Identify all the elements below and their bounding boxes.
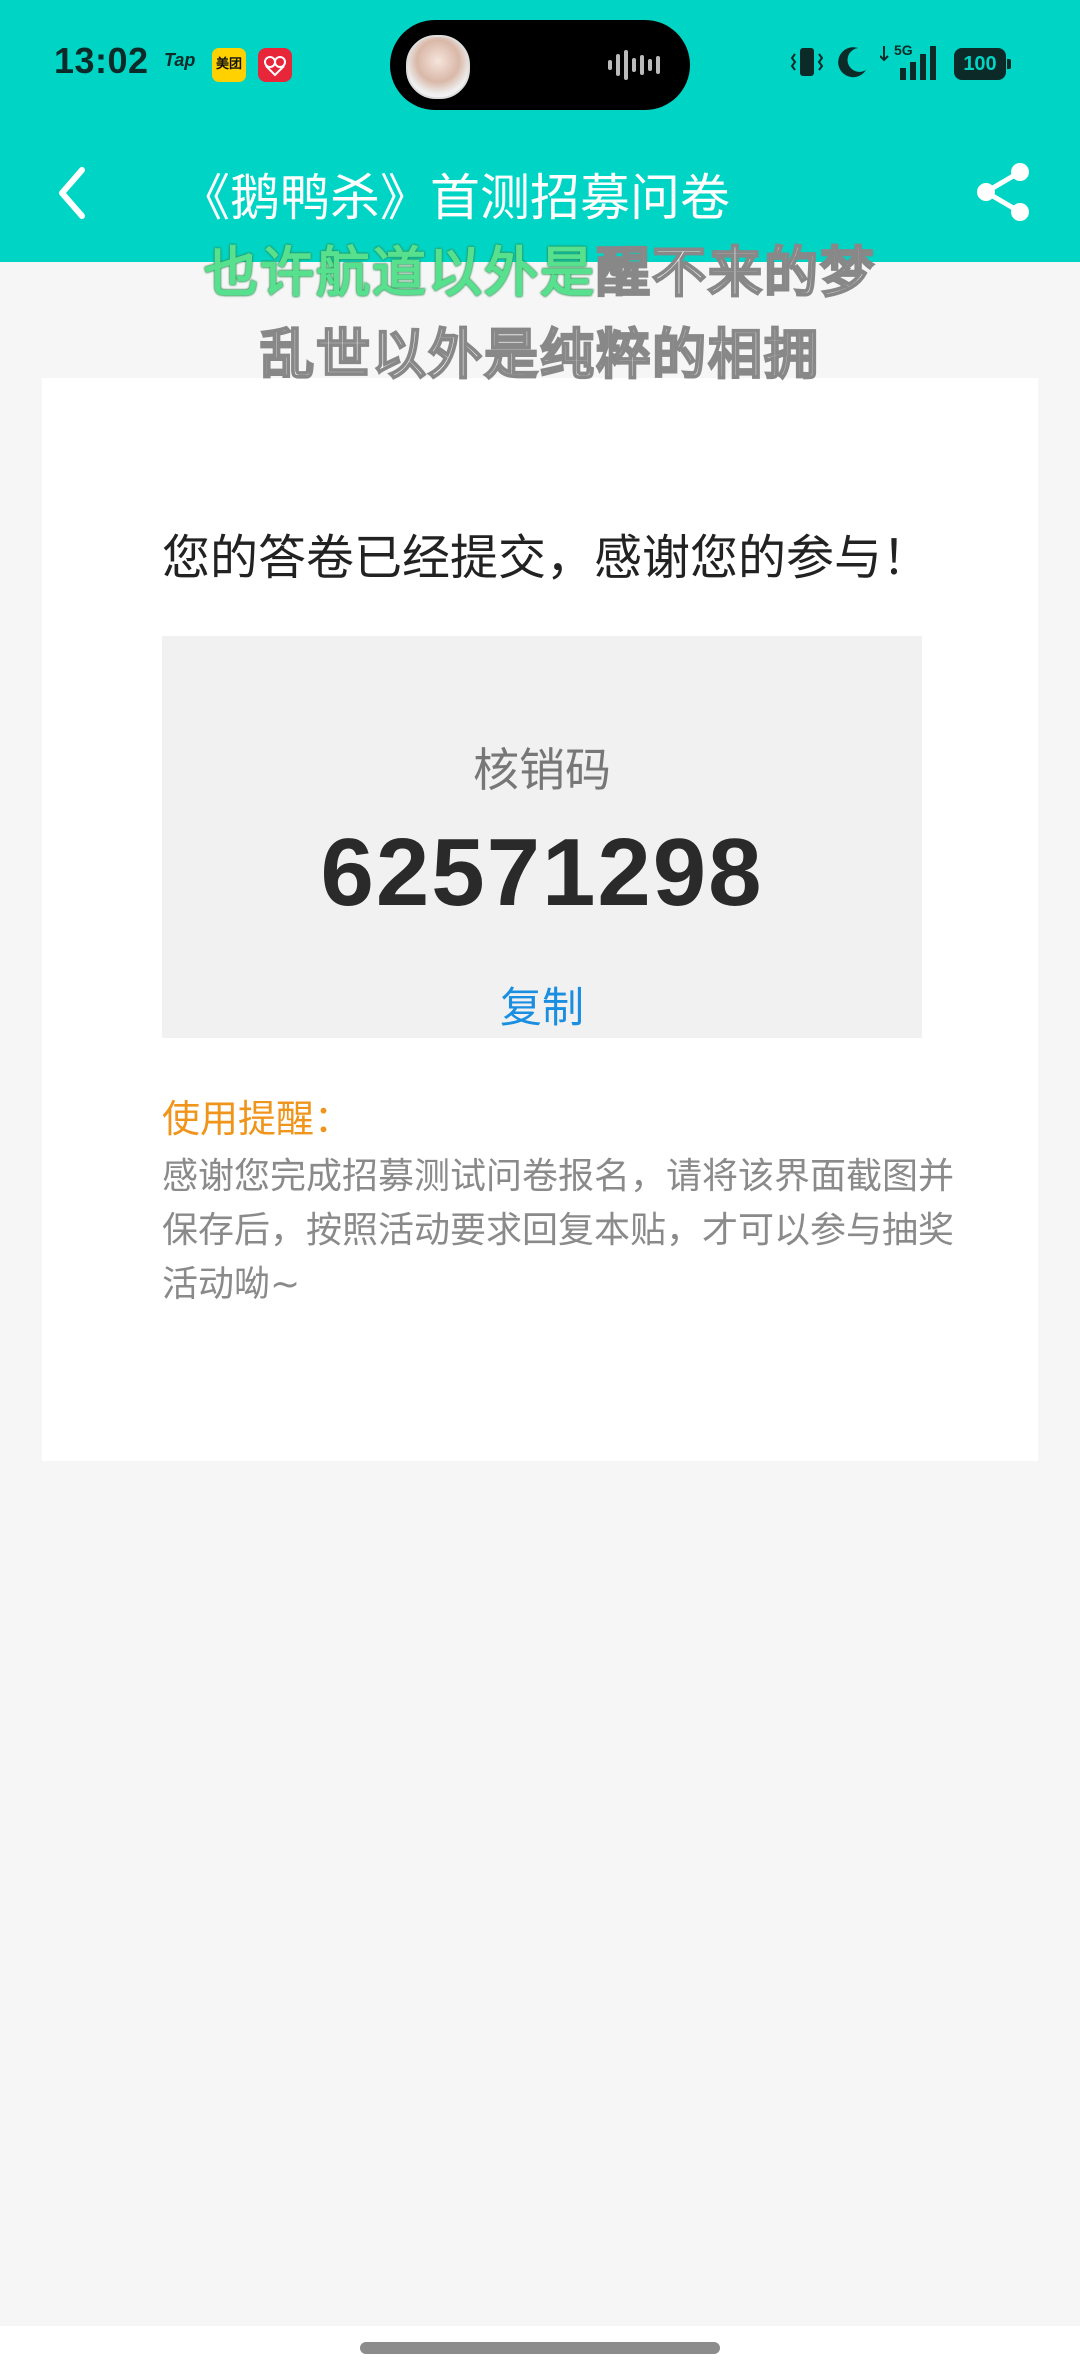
verification-code-box: 核销码 62571298 复制 [162,636,922,1038]
audio-wave-icon [608,50,660,80]
copy-button[interactable]: 复制 [462,974,622,1035]
verification-code-label: 核销码 [473,743,611,797]
back-button[interactable] [48,158,98,228]
usage-tip-label: 使用提醒： [162,1097,353,1141]
header-bar: 13:02 Tap 美团 5G 100 《鹅鸭杀》首测招募问卷 [0,0,1080,262]
page-title: 《鹅鸭杀》首测招募问卷 [180,169,730,227]
floating-lyric-line-2: 乱世以外是纯粹的相拥 [0,310,1080,389]
share-icon[interactable] [972,160,1036,224]
moon-icon [838,47,866,78]
lyric-sung-part: 也许航道以外是 [204,241,596,304]
home-indicator[interactable] [360,2342,720,2354]
status-time: 13:02 [54,40,149,81]
result-card: 您的答卷已经提交，感谢您的参与！ 核销码 62571298 复制 使用提醒： 感… [42,378,1038,1461]
dynamic-island[interactable] [390,20,690,110]
avatar [406,35,470,99]
lyric-line-2-text: 乱世以外是纯粹的相拥 [259,322,820,387]
verification-code-value[interactable]: 62571298 [162,818,922,928]
floating-lyric-line-1: 也许航道以外是醒不来的梦 [0,228,1080,307]
tap-app-icon: Tap [164,50,196,70]
battery-indicator: 100 [954,48,1011,80]
lyric-unsung-part: 醒不来的梦 [595,240,876,305]
usage-tip-text: 感谢您完成招募测试问卷报名，请将该界面截图并保存后，按照活动要求回复本贴，才可以… [162,1156,955,1305]
vibrate-icon [790,48,824,76]
signal-icon [880,46,936,80]
submit-success-message: 您的答卷已经提交，感谢您的参与！ [162,530,931,586]
notification-app-icon [258,48,292,82]
meituan-app-icon: 美团 [212,48,246,82]
